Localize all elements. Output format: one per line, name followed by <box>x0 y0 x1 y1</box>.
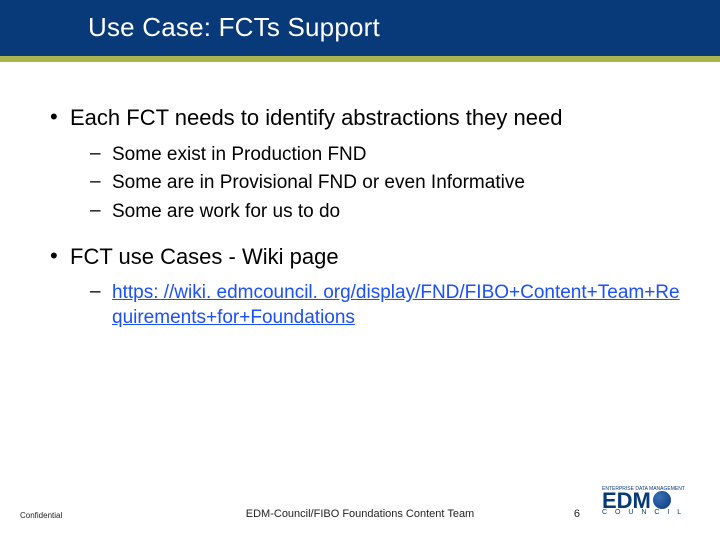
bullet-dash-icon: – <box>90 200 112 225</box>
bullet-level2: – Some are in Provisional FND or even In… <box>90 171 680 196</box>
globe-icon <box>653 491 671 509</box>
page-number: 6 <box>574 508 580 520</box>
bullet-dot-icon: • <box>50 104 70 133</box>
bullet-dash-icon: – <box>90 171 112 196</box>
bullet-level2: – https: //wiki. edmcouncil. org/display… <box>90 281 680 330</box>
bullet-level2: – Some exist in Production FND <box>90 143 680 168</box>
logo-main-text: EDM <box>602 491 651 511</box>
bullet-level1: • Each FCT needs to identify abstraction… <box>50 104 680 133</box>
bullet-text: Some are in Provisional FND or even Info… <box>112 171 680 196</box>
bullet-text: Each FCT needs to identify abstractions … <box>70 104 680 133</box>
accent-strip <box>0 56 720 62</box>
wiki-link[interactable]: https: //wiki. edmcouncil. org/display/F… <box>112 282 680 328</box>
bullet-dash-icon: – <box>90 143 112 168</box>
bullet-level1: • FCT use Cases - Wiki page <box>50 243 680 272</box>
bullet-dot-icon: • <box>50 243 70 272</box>
footer: Confidential EDM-Council/FIBO Foundation… <box>0 486 720 526</box>
bullet-text: FCT use Cases - Wiki page <box>70 243 680 272</box>
bullet-level2: – Some are work for us to do <box>90 200 680 225</box>
edm-council-logo: ENTERPRISE DATA MANAGEMENT EDM C O U N C… <box>602 486 702 522</box>
slide-body: • Each FCT needs to identify abstraction… <box>50 104 680 335</box>
slide-title: Use Case: FCTs Support <box>88 12 380 43</box>
bullet-link-wrapper: https: //wiki. edmcouncil. org/display/F… <box>112 281 680 330</box>
bullet-dash-icon: – <box>90 281 112 330</box>
bullet-text: Some are work for us to do <box>112 200 680 225</box>
slide: Use Case: FCTs Support • Each FCT needs … <box>0 0 720 540</box>
bullet-text: Some exist in Production FND <box>112 143 680 168</box>
logo-sub-text: C O U N C I L <box>602 509 702 516</box>
